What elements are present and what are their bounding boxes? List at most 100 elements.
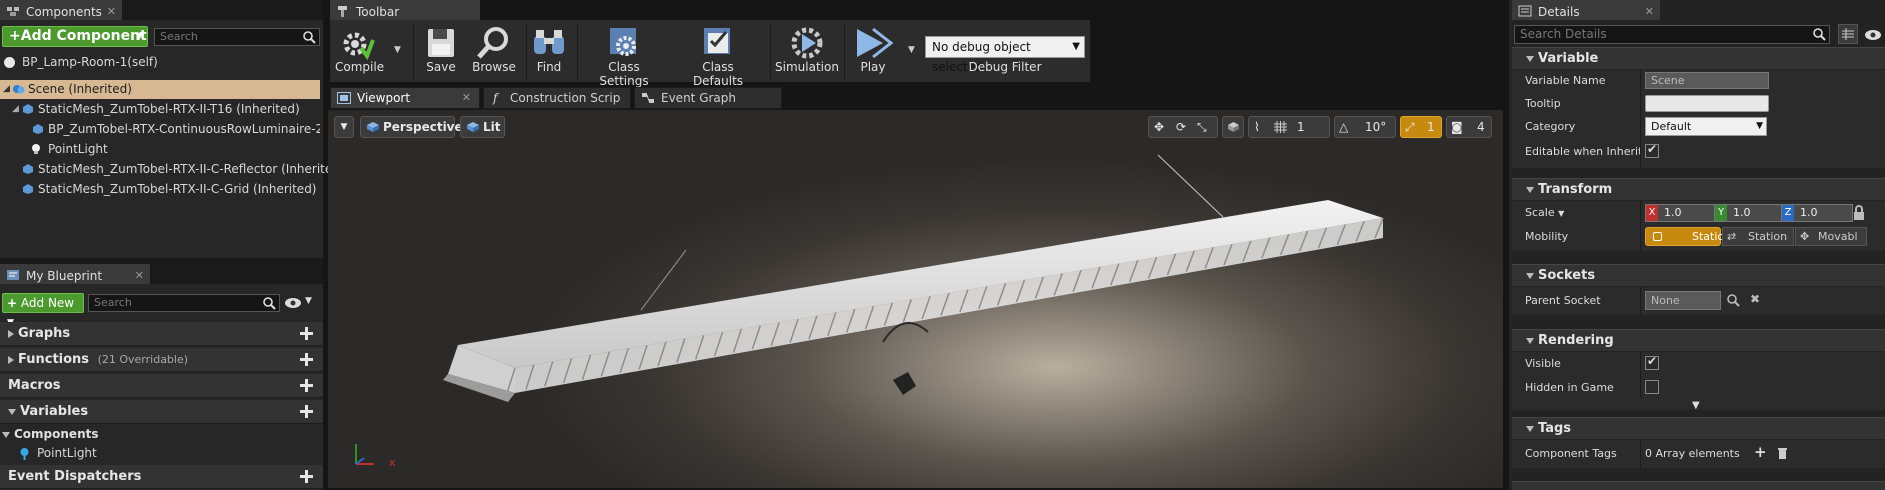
class-defaults-button[interactable]: Class Defaults	[676, 26, 760, 88]
find-button[interactable]: Find	[530, 26, 568, 74]
clear-icon[interactable]: ✖	[1750, 292, 1760, 306]
macros-section[interactable]: Macros	[0, 374, 323, 398]
add-new-button[interactable]: + Add New ▼	[2, 293, 84, 328]
grid-snap-group[interactable]: ⌇ 1	[1248, 116, 1330, 138]
close-icon[interactable]: ✕	[135, 266, 144, 286]
play-options-chevron-icon[interactable]: ▼	[908, 45, 915, 55]
add-macro-plus-icon[interactable]	[300, 379, 313, 392]
column-splitter[interactable]	[1640, 201, 1641, 251]
variable-name-input[interactable]: Scene	[1645, 72, 1769, 89]
scale-z-input[interactable]: Z 1.0	[1781, 204, 1853, 222]
close-icon[interactable]: ✕	[107, 2, 116, 22]
property-matrix-button[interactable]	[1838, 24, 1858, 44]
rendering-section-header[interactable]: Rendering	[1512, 329, 1885, 351]
viewport-options-button[interactable]: ▼	[334, 116, 354, 138]
tree-label-grid: StaticMesh_ZumTobel-RTX-II-C-Grid (Inher…	[38, 182, 317, 196]
close-icon[interactable]: ✕	[1645, 2, 1654, 22]
variable-section-header[interactable]: Variable	[1512, 47, 1885, 69]
tooltip-input[interactable]	[1645, 95, 1769, 112]
browse-button[interactable]: Browse	[469, 26, 519, 74]
add-element-plus-icon[interactable]: +	[1754, 443, 1767, 461]
tree-row-luminaire[interactable]: BP_ZumTobel-RTX-ContinuousRowLuminaire-2…	[0, 120, 320, 139]
toolbar-tab[interactable]: Toolbar	[330, 0, 480, 20]
my-blueprint-tab[interactable]: My Blueprint ✕	[0, 264, 150, 284]
tags-section-header[interactable]: Tags	[1512, 417, 1885, 439]
mobility-stationary-button[interactable]: ⇄ Station	[1722, 227, 1794, 246]
column-splitter[interactable]	[1640, 440, 1641, 468]
tree-row-pointlight[interactable]: PointLight	[0, 140, 320, 159]
show-advanced-chevron-icon[interactable]: ▼	[1692, 400, 1700, 411]
tags-header-label: Tags	[1538, 421, 1572, 436]
close-icon[interactable]: ✕	[462, 88, 471, 108]
tree-row-t16[interactable]: ◢ StaticMesh_ZumTobel-RTX-II-T16 (Inheri…	[0, 100, 320, 119]
variable-pointlight[interactable]: PointLight	[0, 444, 323, 463]
viewport-canvas[interactable]: ▼ Perspective Lit ✥ ⟳ ⤡ ⌇ 1 △ 10° ⤢ 1 ◙ …	[328, 110, 1503, 488]
simulation-button[interactable]: Simulation	[775, 26, 839, 74]
class-settings-button[interactable]: Class Settings	[582, 26, 666, 88]
scale-icon[interactable]: ⤡	[1197, 117, 1207, 137]
components-tab[interactable]: Components ✕	[0, 0, 122, 20]
variables-section[interactable]: Variables	[0, 400, 323, 424]
world-local-toggle[interactable]	[1222, 116, 1244, 138]
tree-row-scene[interactable]: ◢ Scene (Inherited)	[0, 80, 320, 99]
transform-section-header[interactable]: Transform	[1512, 178, 1885, 200]
eye-icon[interactable]	[1864, 29, 1882, 41]
tab-event-graph[interactable]: Event Graph	[634, 87, 782, 109]
mobility-movable-button[interactable]: ✥ Movabl	[1795, 227, 1867, 246]
debug-object-select[interactable]: No debug object selected ▼	[925, 36, 1085, 74]
blueprint-search-input[interactable]: Search	[88, 294, 280, 312]
tree-row-reflector[interactable]: StaticMesh_ZumTobel-RTX-II-C-Reflector (…	[0, 160, 345, 179]
category-select[interactable]: Default ▼	[1645, 117, 1767, 136]
scale-x-input[interactable]: X 1.0	[1645, 204, 1717, 222]
play-button[interactable]: Play	[849, 26, 897, 74]
blueprint-icon	[7, 270, 19, 280]
view-options-button[interactable]: ▼	[284, 296, 316, 310]
transform-tools-group[interactable]: ✥ ⟳ ⤡	[1148, 116, 1218, 138]
compile-options-chevron-icon[interactable]: ▼	[394, 45, 401, 55]
translate-icon[interactable]: ✥	[1154, 117, 1164, 137]
tab-construction-script[interactable]: f Construction Scrip	[483, 87, 631, 109]
lock-icon[interactable]	[1853, 205, 1865, 220]
details-search-input[interactable]: Search Details	[1514, 25, 1830, 44]
pointlight-variable-label: PointLight	[37, 446, 97, 460]
perspective-button[interactable]: Perspective	[360, 116, 463, 138]
angle-icon[interactable]: △	[1339, 117, 1348, 137]
components-category[interactable]: Components	[0, 425, 323, 444]
add-function-plus-icon[interactable]	[300, 353, 313, 366]
axis-x-label: x	[389, 456, 396, 469]
add-variable-plus-icon[interactable]	[300, 405, 313, 418]
add-component-button[interactable]: +Add Component ▼	[2, 26, 148, 47]
lit-button[interactable]: Lit	[460, 116, 505, 138]
self-item[interactable]: BP_Lamp-Room-1(self)	[2, 53, 320, 72]
column-splitter[interactable]	[1640, 70, 1641, 168]
save-button[interactable]: Save	[420, 26, 462, 74]
compile-button[interactable]: Compile	[335, 26, 384, 74]
column-splitter[interactable]	[1640, 287, 1641, 315]
scale-snap-group[interactable]: ⤢ 1	[1400, 116, 1442, 138]
scale-snap-icon[interactable]: ⤢	[1405, 117, 1415, 137]
scale-y-input[interactable]: Y 1.0	[1714, 204, 1784, 222]
search-icon[interactable]	[1727, 294, 1740, 307]
visible-checkbox[interactable]: ✔	[1645, 354, 1659, 370]
add-graph-plus-icon[interactable]	[300, 327, 313, 340]
trash-icon[interactable]	[1777, 446, 1788, 459]
rotate-icon[interactable]: ⟳	[1176, 117, 1186, 137]
camera-speed-button[interactable]: ◙ 4	[1446, 116, 1492, 138]
hidden-in-game-checkbox[interactable]	[1645, 380, 1659, 394]
tree-row-grid[interactable]: StaticMesh_ZumTobel-RTX-II-C-Grid (Inher…	[0, 180, 320, 199]
mobility-static-button[interactable]: Static	[1645, 227, 1723, 246]
parent-socket-input[interactable]: None	[1645, 291, 1721, 310]
components-search-input[interactable]: Search	[154, 28, 320, 46]
graphs-section[interactable]: Graphs	[0, 322, 323, 346]
sockets-section-header[interactable]: Sockets	[1512, 264, 1885, 286]
event-dispatchers-section[interactable]: Event Dispatchers	[0, 465, 323, 489]
column-splitter[interactable]	[1640, 352, 1641, 398]
scale-label[interactable]: Scale ▼	[1525, 205, 1564, 222]
functions-section[interactable]: Functions (21 Overridable)	[0, 348, 323, 372]
details-tab[interactable]: Details ✕	[1512, 0, 1660, 20]
add-dispatcher-plus-icon[interactable]	[300, 470, 313, 483]
rotation-snap-group[interactable]: △ 10°	[1334, 116, 1396, 138]
editable-when-inherited-checkbox[interactable]: ✔	[1645, 142, 1659, 158]
surface-snap-icon[interactable]: ⌇	[1254, 117, 1260, 137]
tab-viewport[interactable]: Viewport ✕	[330, 87, 480, 109]
